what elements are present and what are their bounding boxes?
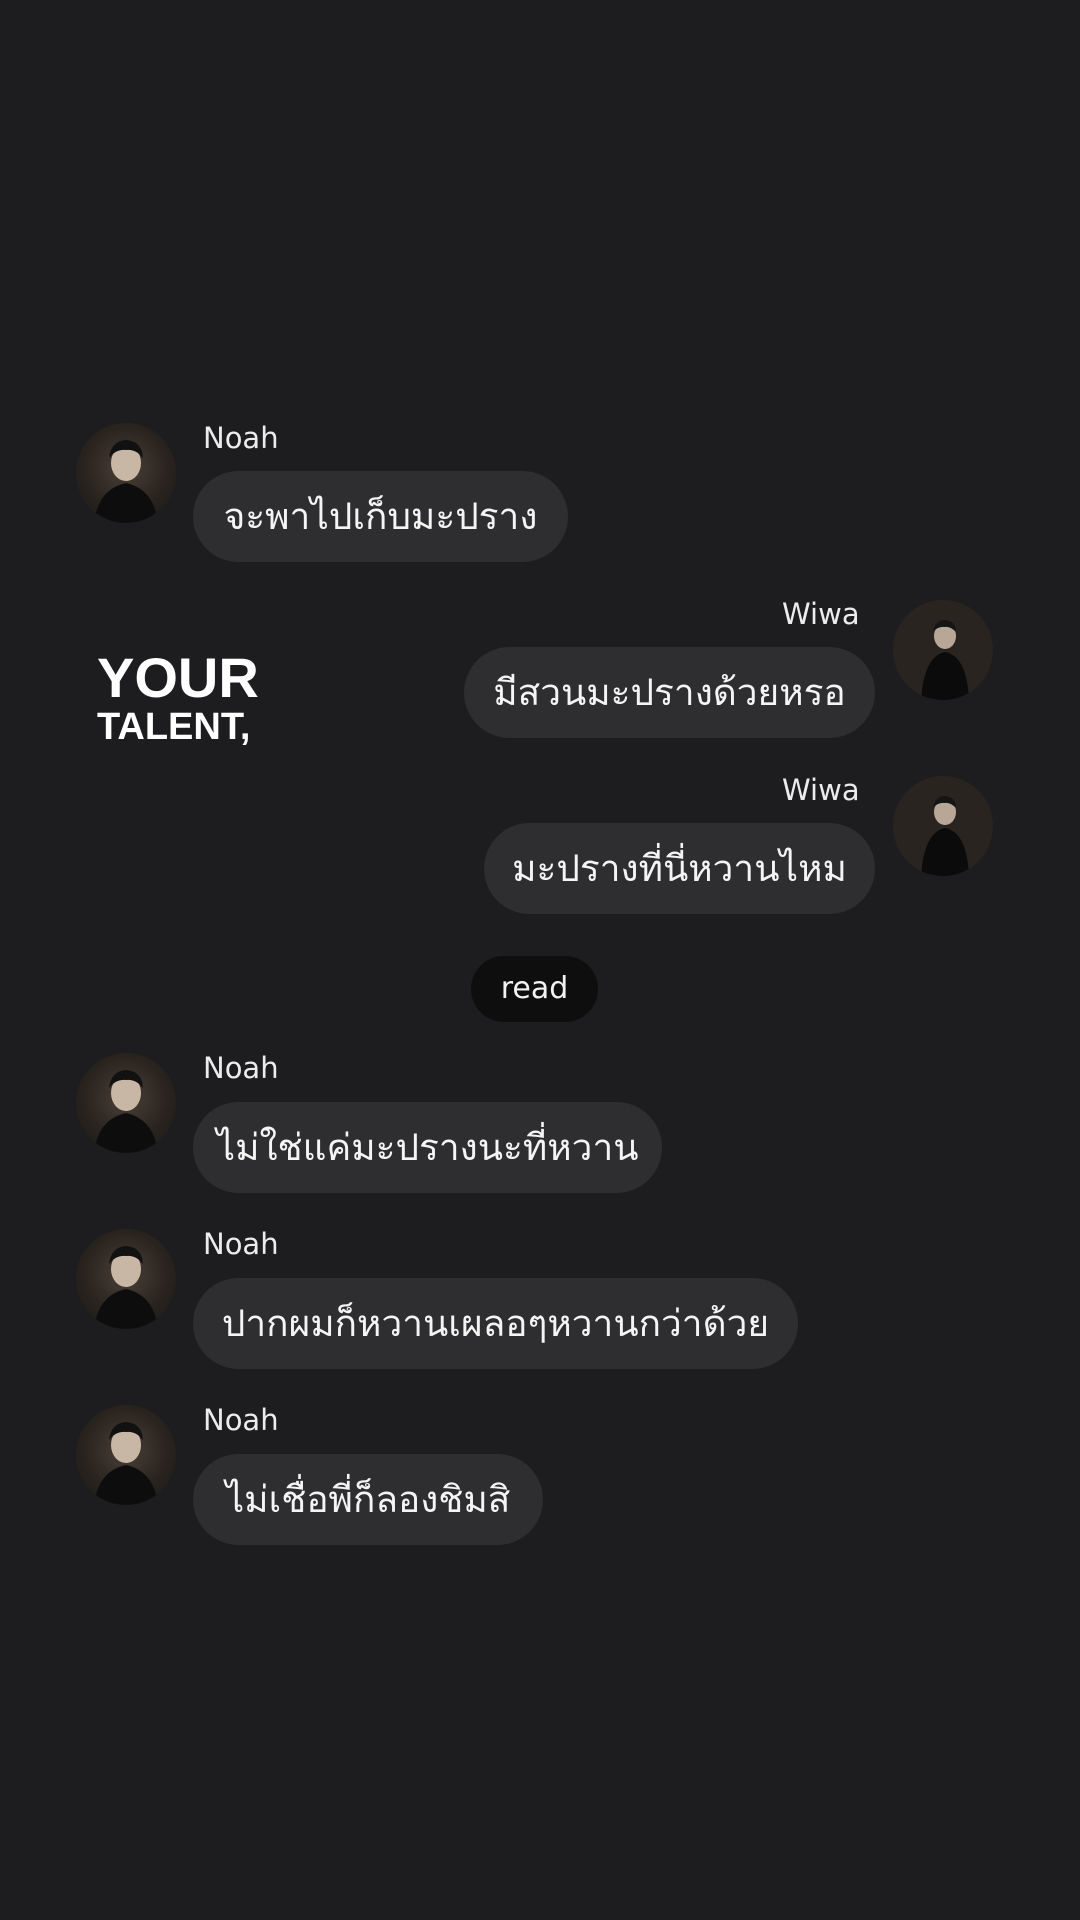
avatar-noah[interactable]: [76, 1053, 176, 1153]
sender-name: Wiwa: [782, 597, 860, 631]
message-bubble[interactable]: ไม่เชื่อพี่ก็ลองชิมสิ: [193, 1454, 543, 1545]
sender-name: Noah: [203, 421, 279, 455]
sender-name: Noah: [203, 1051, 279, 1085]
overlay-caption: YOUR TALENT,: [97, 646, 259, 748]
read-receipt: read: [471, 956, 598, 1022]
avatar-wiwa[interactable]: [893, 776, 993, 876]
message-bubble[interactable]: ไม่ใช่แค่มะปรางนะที่หวาน: [193, 1102, 662, 1193]
message-bubble[interactable]: จะพาไปเก็บมะปราง: [193, 471, 568, 562]
overlay-line-2: TALENT,: [97, 706, 251, 748]
message-bubble[interactable]: มีสวนมะปรางด้วยหรอ: [464, 647, 875, 738]
avatar-noah[interactable]: [76, 423, 176, 523]
sender-name: Noah: [203, 1403, 279, 1437]
message-bubble[interactable]: มะปรางที่นี่หวานไหม: [484, 823, 875, 914]
avatar-noah[interactable]: [76, 1229, 176, 1329]
avatar-wiwa[interactable]: [893, 600, 993, 700]
overlay-line-1: YOUR: [97, 646, 259, 709]
avatar-noah[interactable]: [76, 1405, 176, 1505]
sender-name: Wiwa: [782, 773, 860, 807]
chat-screen: YOUR TALENT, Noah จะพาไปเก็บมะปราง Wiwa …: [0, 0, 1080, 1920]
sender-name: Noah: [203, 1227, 279, 1261]
message-bubble[interactable]: ปากผมก็หวานเผลอๆหวานกว่าด้วย: [193, 1278, 798, 1369]
